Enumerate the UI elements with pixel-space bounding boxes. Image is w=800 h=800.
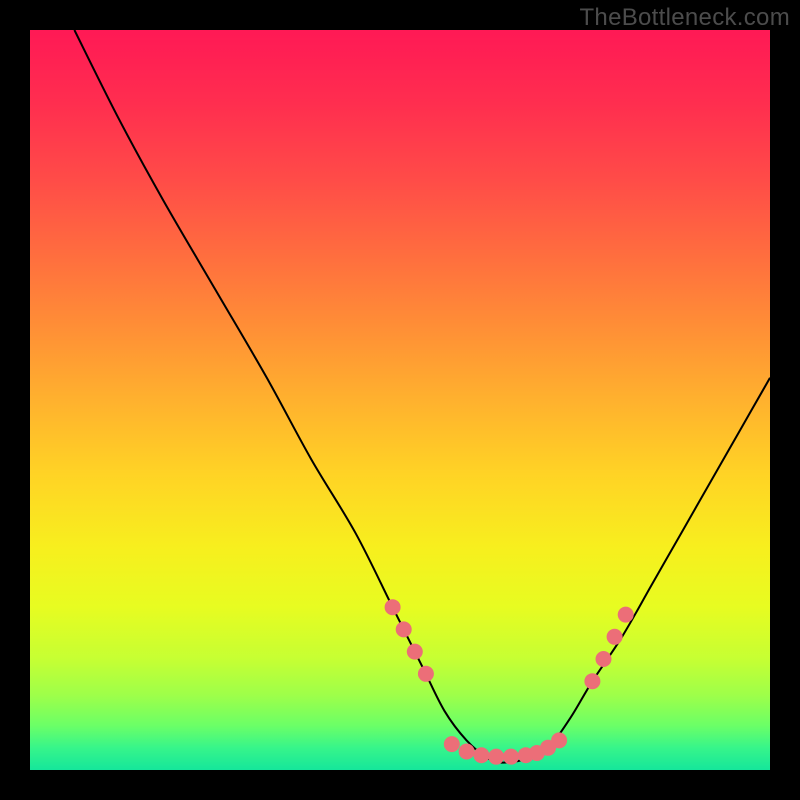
marker-dot: [385, 599, 401, 615]
marker-dot: [396, 621, 412, 637]
marker-dot: [503, 749, 519, 765]
gradient-bg: [30, 30, 770, 770]
marker-dot: [607, 629, 623, 645]
marker-dot: [596, 651, 612, 667]
marker-dot: [488, 749, 504, 765]
marker-dot: [473, 747, 489, 763]
marker-dot: [444, 736, 460, 752]
marker-dot: [584, 673, 600, 689]
chart-frame: TheBottleneck.com: [0, 0, 800, 800]
marker-dot: [418, 666, 434, 682]
marker-dot: [618, 607, 634, 623]
bottleneck-chart: [30, 30, 770, 770]
marker-dot: [459, 744, 475, 760]
watermark-label: TheBottleneck.com: [579, 4, 790, 32]
marker-dot: [407, 644, 423, 660]
marker-dot: [551, 732, 567, 748]
